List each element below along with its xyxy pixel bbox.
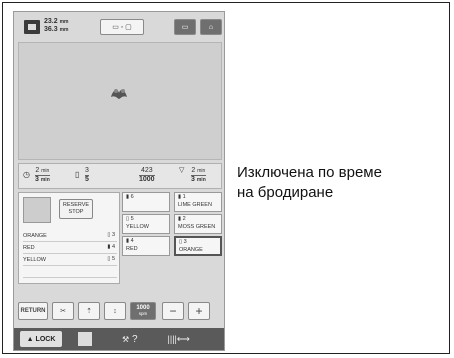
speed-up-button[interactable]: +	[188, 302, 210, 320]
spool-icon: ▯	[107, 256, 111, 262]
spool-icon: ▯	[107, 232, 111, 238]
reserve-stop-button[interactable]: RESERVE STOP	[59, 199, 93, 219]
needle-icon: ↕	[113, 307, 117, 315]
preview-button[interactable]: ▭	[174, 19, 196, 35]
lock-button[interactable]: ▲ LOCK	[20, 331, 62, 347]
status-bar: ▲ LOCK ⚒ ? ||||⟷	[14, 328, 224, 350]
spool-slot-5[interactable]: ▯ 5 YELLOW	[122, 214, 170, 234]
figure-frame: 23.2 mm 36.3 mm ▭ ◦ ▢ ▭ ⌂ ◷ 2 min 3 min …	[2, 2, 450, 354]
stop-icon: ▽	[179, 167, 185, 174]
spool-slot-2[interactable]: ▮ 2 MOSS GREEN	[174, 214, 222, 234]
stitch-forward-back-button[interactable]: ↕	[104, 302, 126, 320]
document-icon[interactable]	[78, 332, 92, 346]
embroidery-preview	[18, 42, 222, 160]
spool-icon: ▯	[75, 170, 80, 179]
top-bar: 23.2 mm 36.3 mm ▭ ◦ ▢ ▭ ⌂	[18, 16, 222, 40]
color-row-empty	[23, 267, 117, 278]
stop-time: ▽ 2 min 3 min	[179, 167, 206, 183]
clock-icon: ◷	[23, 170, 30, 179]
spool-slot-4[interactable]: ▮ 4 RED	[122, 236, 170, 256]
layout-view-button[interactable]: ▭ ◦ ▢	[100, 19, 144, 35]
frame-display-icon: ▭ ◦ ▢	[112, 24, 132, 31]
settings-button[interactable]: ||||⟷	[168, 334, 190, 345]
control-row: RETURN ✂ ⇡ ↕ 1000 spm − +	[18, 302, 222, 322]
spool-slot-1[interactable]: ▮ 1 LIME GREEN	[174, 192, 222, 212]
scissors-icon: ✂	[60, 308, 66, 315]
time-display: ◷ 2 min 3 min	[23, 167, 50, 183]
color-row[interactable]: YELLOW ▯ 5	[23, 255, 117, 266]
return-button[interactable]: RETURN	[18, 302, 48, 320]
design-preview-image	[111, 89, 127, 99]
machine-screen: 23.2 mm 36.3 mm ▭ ◦ ▢ ▭ ⌂ ◷ 2 min 3 min …	[13, 11, 225, 351]
presser-foot-icon: ⇡	[86, 308, 92, 315]
color-count: ▯ 3 5	[75, 167, 89, 183]
spool-grid: ▮ 6 ▮ 1 LIME GREEN ▯ 5 YELLOW ▮ 2 MOSS GREE…	[122, 192, 222, 284]
warning-icon: ▲	[26, 335, 34, 343]
trim-button[interactable]: ✂	[52, 302, 74, 320]
color-row[interactable]: RED ▮ 4	[23, 243, 117, 254]
machine-icon: ⚒	[122, 334, 130, 344]
home-button[interactable]: ⌂	[200, 19, 222, 35]
design-dimensions: 23.2 mm 36.3 mm	[44, 18, 69, 33]
speed-display: 1000 spm	[130, 302, 156, 320]
speed-down-button[interactable]: −	[162, 302, 184, 320]
progress-bar: ◷ 2 min 3 min ▯ 3 5 423 1000 ▽ 2 min 3 m…	[18, 163, 222, 189]
help-button[interactable]: ⚒ ?	[122, 334, 138, 345]
color-row[interactable]: ORANGE ▯ 3	[23, 231, 117, 242]
spool-slot-6[interactable]: ▮ 6	[122, 192, 170, 212]
spool-slot-3[interactable]: ▯ 3 ORANGE	[174, 236, 222, 256]
camera-icon: ▭	[181, 24, 189, 31]
stitch-count: 423 1000	[139, 167, 155, 183]
home-icon: ⌂	[208, 23, 214, 31]
size-icon	[24, 20, 40, 34]
settings-icon: ||||⟷	[167, 333, 190, 344]
presser-foot-button[interactable]: ⇡	[78, 302, 100, 320]
caption: Изключена по време на бродиране	[237, 164, 382, 201]
spool-icon: ▮	[107, 244, 111, 250]
design-thumbnail	[23, 197, 51, 223]
color-sequence-panel: RESERVE STOP ORANGE ▯ 3 RED ▮ 4 YELLOW ▯…	[18, 192, 120, 284]
